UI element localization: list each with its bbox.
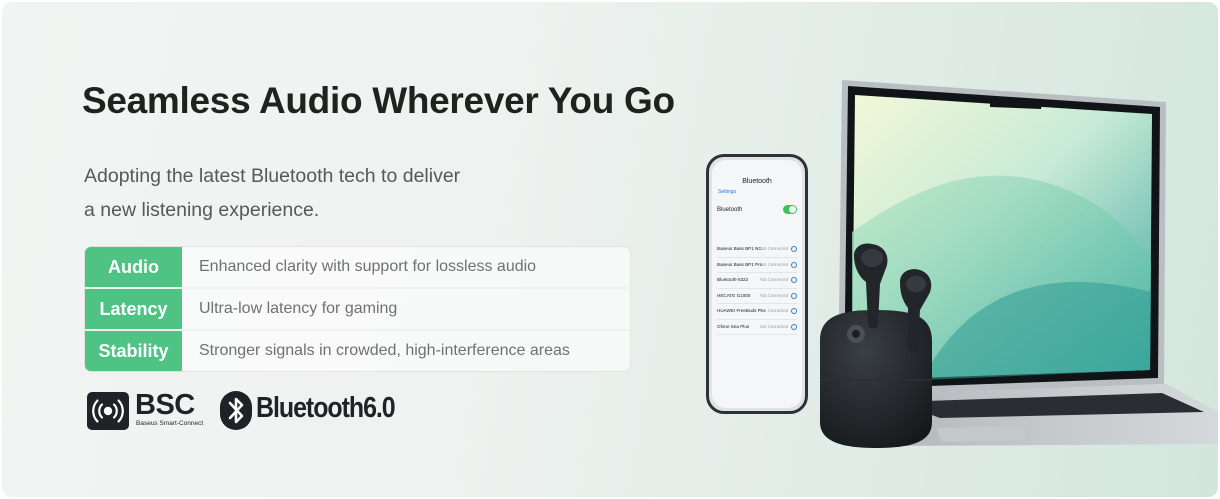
list-item: Baseus Bass BP1 NC Not Connected xyxy=(717,242,797,258)
phone-bluetooth-toggle-row: Bluetooth xyxy=(717,204,797,217)
device-name: Ofone Sea Plus xyxy=(717,323,750,329)
phone-screen: Bluetooth Settings Bluetooth Baseus Bass… xyxy=(712,160,802,408)
spec-label: Audio xyxy=(85,247,182,287)
spec-row-audio: Audio Enhanced clarity with support for … xyxy=(85,247,630,287)
page-title: Seamless Audio Wherever You Go xyxy=(82,80,675,121)
spec-value: Stronger signals in crowded, high-interf… xyxy=(199,342,570,359)
list-item: Baseus Bass BP1 Pro Not Connected xyxy=(717,258,797,273)
device-status: Not Connected xyxy=(760,261,788,267)
toggle-switch-icon xyxy=(783,205,797,214)
spec-value: Ultra-low latency for gaming xyxy=(199,300,398,317)
phone-toggle-label: Bluetooth xyxy=(717,207,743,213)
info-icon xyxy=(791,323,797,330)
bluetooth-logo-text: Bluetooth6.0 xyxy=(256,392,396,424)
device-name: HECATE G1000 xyxy=(717,292,751,298)
info-icon xyxy=(791,292,797,299)
spec-label: Latency xyxy=(85,289,182,329)
subtitle-line-1: Adopting the latest Bluetooth tech to de… xyxy=(84,165,461,187)
list-item: HECATE G1000 Not Connected xyxy=(717,289,797,304)
device-status: Not Connected xyxy=(760,292,788,298)
device-name: Baseus Bass BP1 Pro xyxy=(717,261,763,267)
list-item: Ofone Sea Plus Not Connected xyxy=(717,320,797,335)
device-name: Baseus Bass BP1 NC xyxy=(717,246,762,251)
phone-back-link: Settings xyxy=(718,189,737,195)
device-status: Not Connected xyxy=(760,246,788,251)
device-status: Not Connected xyxy=(760,308,788,313)
info-icon xyxy=(791,261,797,268)
list-item: Bluetooth-5322 Not Connected xyxy=(717,273,797,289)
info-icon xyxy=(791,246,797,252)
bsc-logo-caption: Baseus Smart-Connect xyxy=(136,420,204,427)
info-icon xyxy=(791,277,797,283)
bsc-logo: BSC Baseus Smart-Connect xyxy=(87,389,203,432)
phone-screen-title: Bluetooth xyxy=(742,178,772,185)
hero-banner: Seamless Audio Wherever You Go Adopting … xyxy=(2,2,1218,497)
device-status: Not Connected xyxy=(760,277,788,282)
bsc-logo-text: BSC xyxy=(135,389,195,421)
device-name: Bluetooth-5322 xyxy=(717,277,749,282)
list-item: HUAWEI FreeBuds Pro Not Connected xyxy=(717,304,797,320)
spec-value: Enhanced clarity with support for lossle… xyxy=(199,258,537,275)
bluetooth-icon xyxy=(220,391,252,430)
phone-mockup: Bluetooth Settings Bluetooth Baseus Bass… xyxy=(706,154,808,414)
signal-broadcast-icon xyxy=(87,392,129,430)
feature-spec-table: Audio Enhanced clarity with support for … xyxy=(84,246,631,372)
phone-device-list: Baseus Bass BP1 NC Not Connected Baseus … xyxy=(717,242,797,335)
spec-label: Stability xyxy=(85,331,182,371)
info-icon xyxy=(791,308,797,314)
device-status: Not Connected xyxy=(760,323,788,329)
subtitle-line-2: a new listening experience. xyxy=(84,199,320,221)
spec-row-stability: Stability Stronger signals in crowded, h… xyxy=(85,329,630,371)
spec-row-latency: Latency Ultra-low latency for gaming xyxy=(85,287,630,329)
device-name: HUAWEI FreeBuds Pro xyxy=(717,308,765,313)
